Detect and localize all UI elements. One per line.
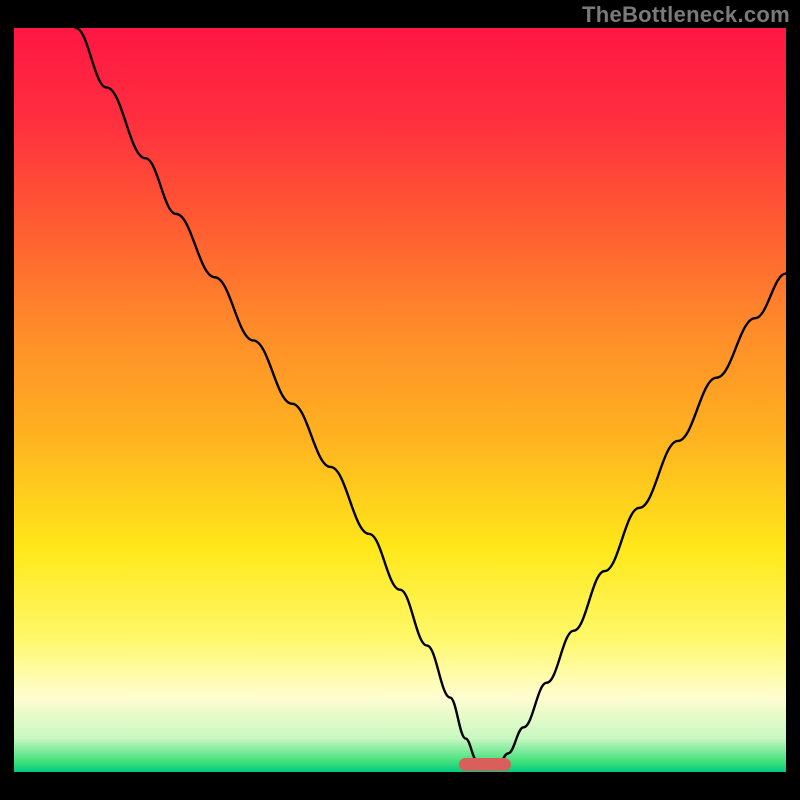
- chart-stage: TheBottleneck.com: [0, 0, 800, 800]
- bottleneck-chart: [14, 28, 786, 772]
- plot-area: [14, 28, 786, 772]
- watermark-text: TheBottleneck.com: [582, 2, 790, 28]
